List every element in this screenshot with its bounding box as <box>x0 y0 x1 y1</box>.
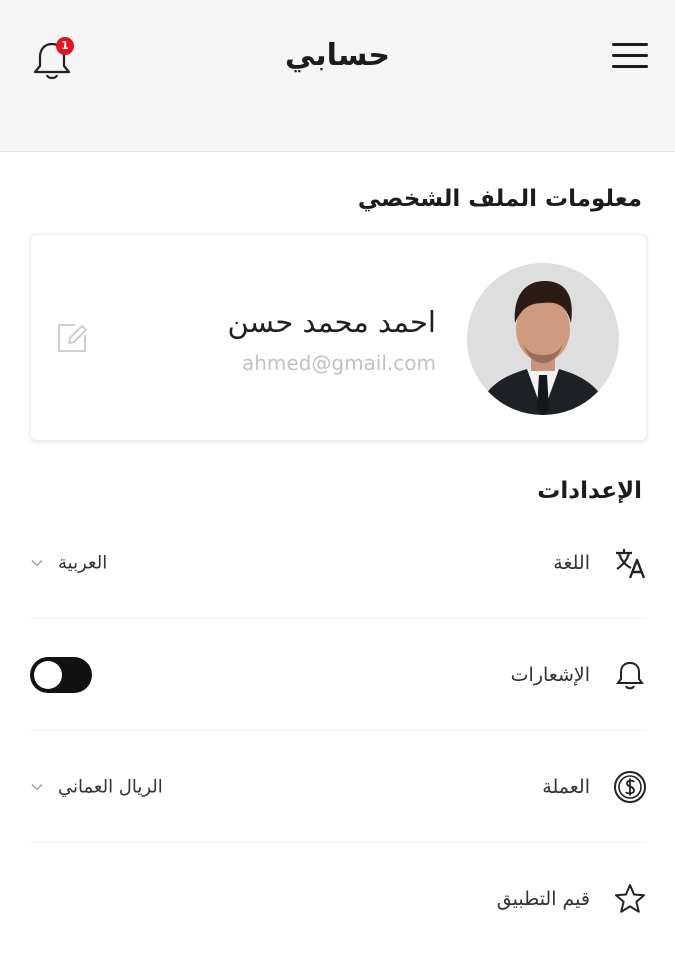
avatar <box>467 263 619 415</box>
settings-row-rate-app[interactable]: قيم التطبيق <box>30 843 647 955</box>
currency-value: الريال العماني <box>58 776 163 797</box>
currency-label: العملة <box>542 775 590 798</box>
profile-name: احمد محمد حسن <box>227 305 436 339</box>
app-header: حسابي 1 <box>0 0 675 152</box>
profile-email: ahmed@gmail.com <box>241 351 436 375</box>
rate-app-label: قيم التطبيق <box>496 888 590 910</box>
avatar-image <box>467 263 619 415</box>
currency-select[interactable]: الريال العماني <box>30 776 163 797</box>
chevron-down-icon <box>31 783 43 791</box>
settings-row-currency: العملة الريال العماني <box>30 731 647 843</box>
edit-profile-button[interactable] <box>55 321 89 355</box>
notifications-toggle[interactable] <box>30 656 92 693</box>
settings-section-title: الإعدادات <box>537 478 642 504</box>
notification-badge: 1 <box>56 37 74 55</box>
profile-card: احمد محمد حسن ahmed@gmail.com <box>30 234 647 441</box>
notifications-label: الإشعارات <box>510 663 590 686</box>
chevron-down-icon <box>31 559 43 567</box>
translate-icon <box>613 546 647 580</box>
language-value: العربية <box>58 552 108 573</box>
page-title: حسابي <box>284 38 391 73</box>
edit-icon <box>58 324 87 352</box>
star-icon <box>613 882 647 916</box>
settings-row-notifications: الإشعارات <box>30 619 647 731</box>
settings-row-language: اللغة العربية <box>30 507 647 619</box>
profile-section-title: معلومات الملف الشخصي <box>357 186 642 212</box>
language-select[interactable]: العربية <box>30 552 107 573</box>
currency-icon <box>613 770 647 804</box>
toggle-knob <box>34 660 62 689</box>
bell-icon <box>613 658 647 692</box>
language-label: اللغة <box>553 551 590 574</box>
